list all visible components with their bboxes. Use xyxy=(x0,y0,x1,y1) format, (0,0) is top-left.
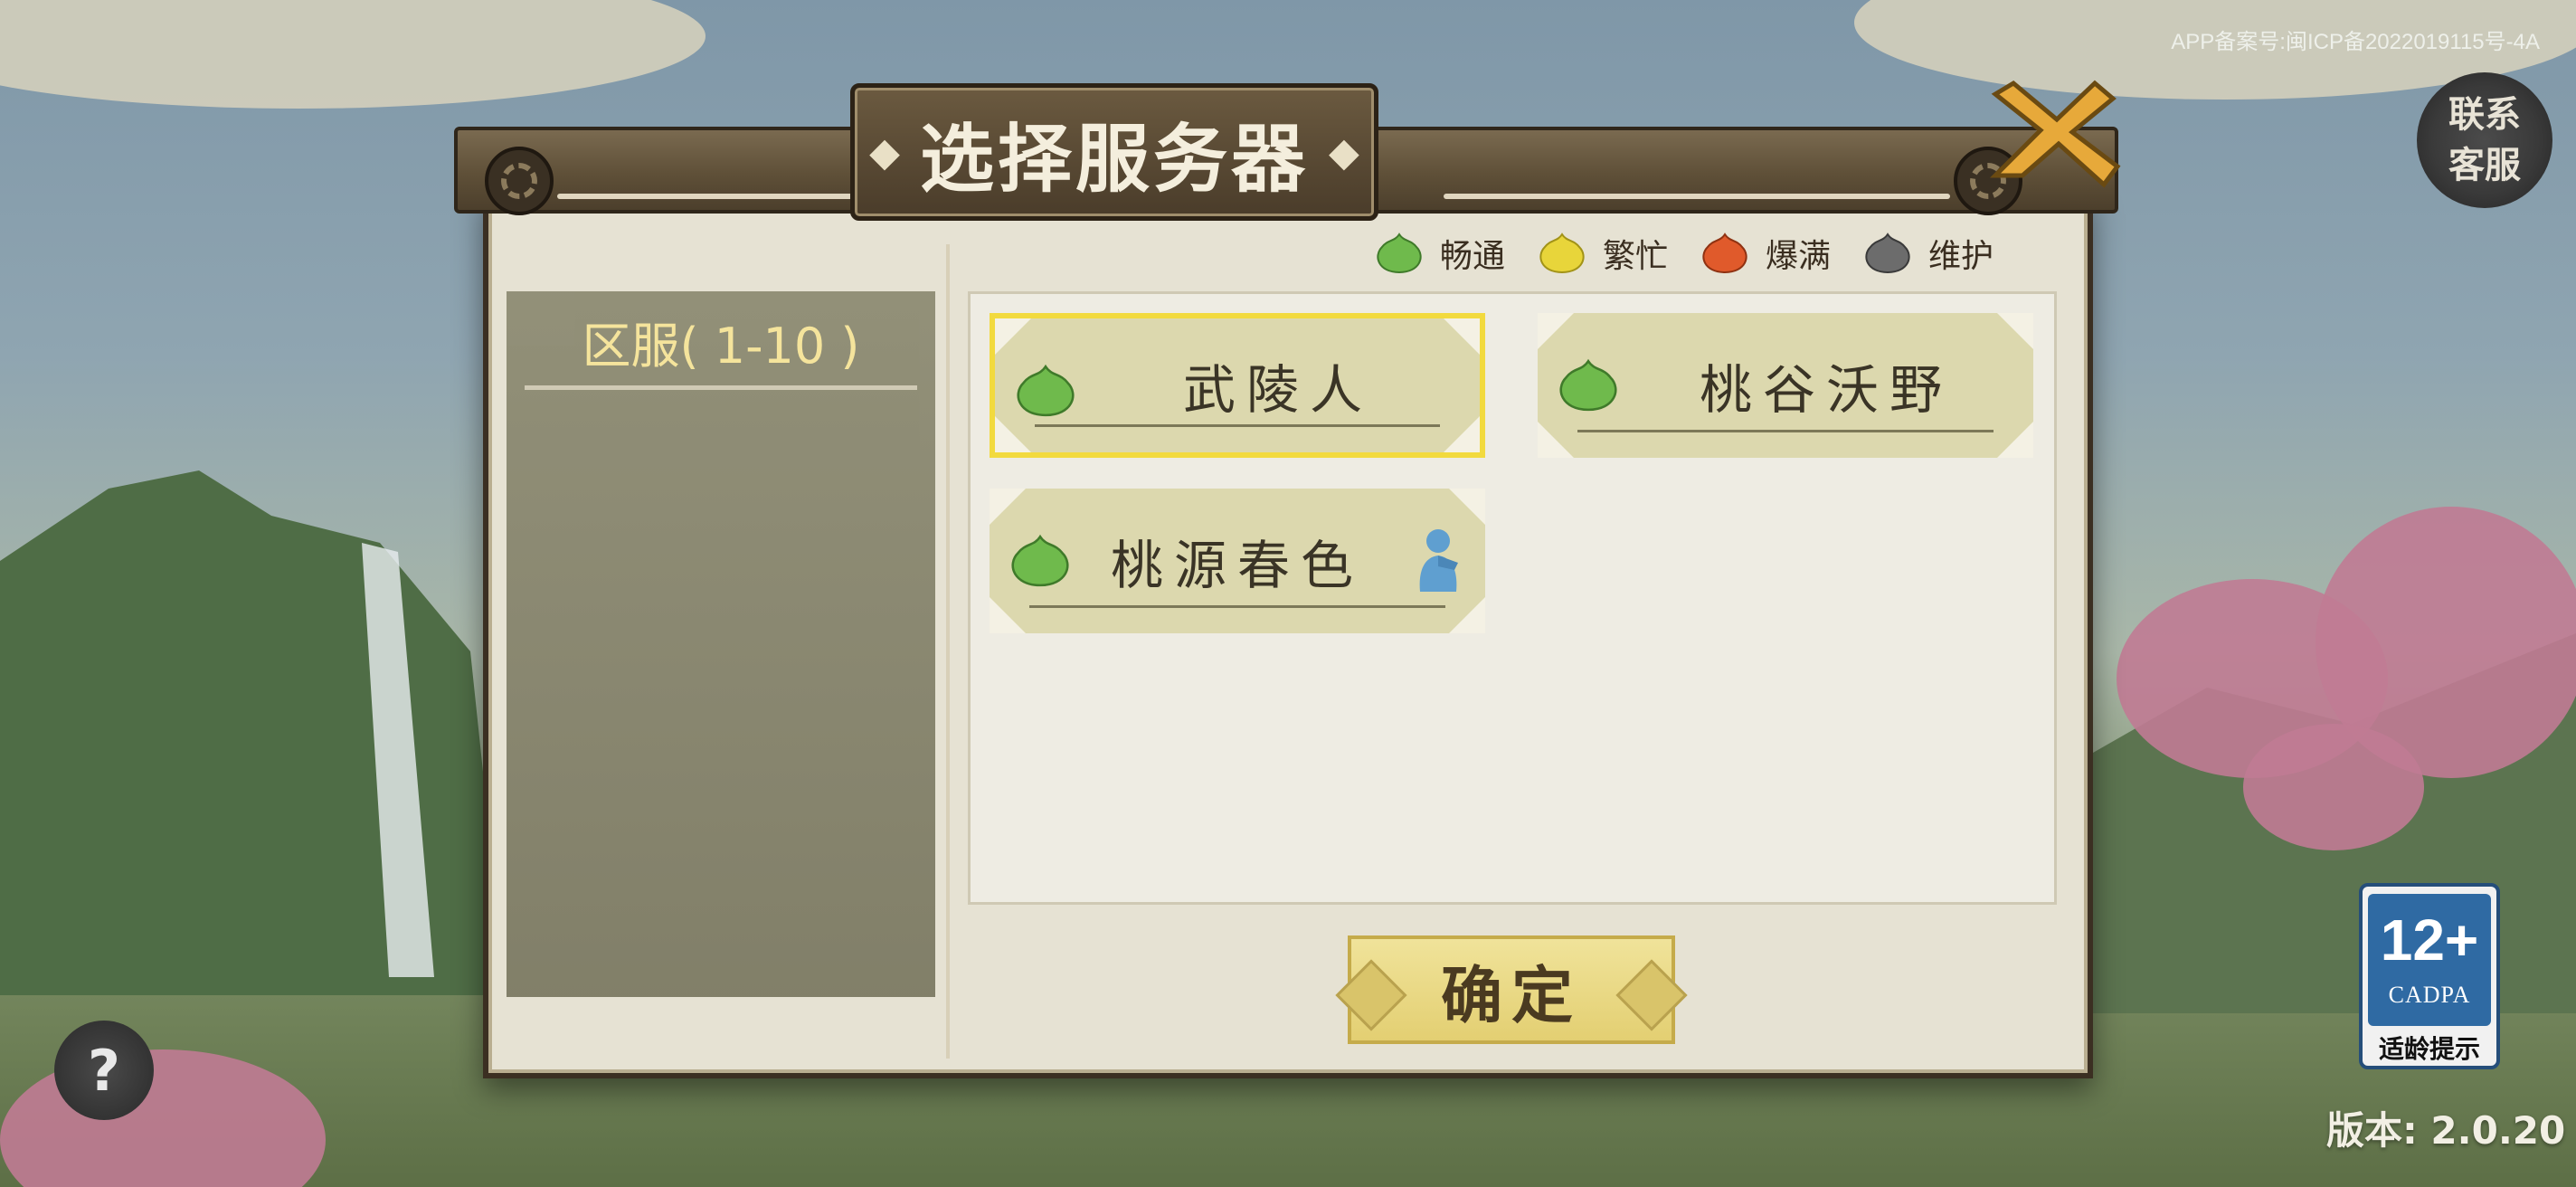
legend-item-maintenance: 维护 xyxy=(1860,230,1994,277)
peach-yellow-icon xyxy=(1534,231,1590,276)
peach-green-icon xyxy=(1552,356,1624,414)
server-name: 武陵人 xyxy=(1182,359,1373,421)
blossom-tree xyxy=(2243,724,2424,850)
card-corner xyxy=(1449,597,1485,633)
zone-list-panel: 区服( 1-10 ) xyxy=(507,291,935,997)
legend-label: 繁忙 xyxy=(1603,238,1669,275)
confirm-button[interactable]: 确定 xyxy=(1335,935,1688,1044)
zone-tab-1-10[interactable]: 区服( 1-10 ) xyxy=(507,291,935,391)
card-corner xyxy=(995,416,1031,452)
card-corner xyxy=(990,489,1026,525)
dialog-title: 选择服务器 xyxy=(919,115,1309,203)
card-corner xyxy=(1449,489,1485,525)
legend-label: 维护 xyxy=(1928,238,1994,275)
card-corner xyxy=(1538,313,1574,349)
icp-license-text: APP备案号:闽ICP备2022019115号-4A xyxy=(2171,30,2540,54)
help-icon: ? xyxy=(88,1037,120,1104)
mountain-left xyxy=(0,470,507,995)
close-button[interactable] xyxy=(1986,76,2122,194)
peach-green-icon xyxy=(1371,231,1427,276)
age-rating-hint: 适龄提示 xyxy=(2378,1034,2480,1064)
server-name: 桃源春色 xyxy=(1110,535,1364,596)
legend-item-busy: 繁忙 xyxy=(1534,230,1668,277)
panel-divider xyxy=(946,244,950,1059)
swirl-ornament-icon xyxy=(485,147,554,215)
peach-red-icon xyxy=(1697,231,1753,276)
card-corner xyxy=(1997,422,2033,458)
card-underline xyxy=(1577,430,1994,432)
peach-green-icon xyxy=(1009,362,1082,420)
server-item-taoguwoye[interactable]: 桃谷沃野 xyxy=(1538,313,2033,458)
existing-character-icon xyxy=(1411,527,1462,595)
header-scroll-decoration xyxy=(1444,194,1950,199)
version-text: 版本: 2.0.20 xyxy=(2326,1108,2566,1153)
zone-divider xyxy=(525,385,917,390)
legend-item-smooth: 畅通 xyxy=(1371,230,1505,277)
server-item-wulingren[interactable]: 武陵人 xyxy=(990,313,1485,458)
cloud xyxy=(0,0,706,109)
server-status-legend: 畅通 繁忙 爆满 维护 xyxy=(1371,230,2013,277)
age-rating-badge[interactable]: 12+ CADPA 适龄提示 xyxy=(2359,883,2500,1069)
legend-item-full: 爆满 xyxy=(1697,230,1831,277)
diamond-icon: ◆ xyxy=(869,128,900,176)
server-list-panel: 武陵人 桃谷沃野 桃源春色 xyxy=(968,291,2057,905)
server-item-taoyuanchunse[interactable]: 桃源春色 xyxy=(990,489,1485,633)
age-rating: 12+ xyxy=(2380,907,2479,973)
dialog-title-plate: ◆ 选择服务器 ◆ xyxy=(850,83,1378,221)
customer-service-label-1: 联系 xyxy=(2448,93,2521,136)
close-icon xyxy=(1989,80,2121,188)
help-button[interactable]: ? xyxy=(54,1021,154,1120)
age-rating-org: CADPA xyxy=(2388,982,2471,1008)
diamond-icon: ◆ xyxy=(1329,128,1359,176)
blossom-bush xyxy=(0,1049,326,1187)
card-corner xyxy=(995,318,1031,355)
card-corner xyxy=(990,597,1026,633)
customer-service-label-2: 客服 xyxy=(2448,144,2521,186)
card-underline xyxy=(1029,605,1445,608)
card-corner xyxy=(1997,313,2033,349)
peach-gray-icon xyxy=(1860,231,1916,276)
zone-label: 区服( 1-10 ) xyxy=(582,317,860,375)
card-corner xyxy=(1538,422,1574,458)
peach-green-icon xyxy=(1004,532,1076,590)
legend-label: 爆满 xyxy=(1766,238,1832,275)
age-rating-panel: 12+ CADPA xyxy=(2368,894,2491,1026)
legend-label: 畅通 xyxy=(1440,238,1506,275)
card-underline xyxy=(1035,424,1440,427)
customer-service-button[interactable]: 联系 客服 xyxy=(2417,72,2552,208)
server-name: 桃谷沃野 xyxy=(1699,359,1953,421)
confirm-label: 确定 xyxy=(1440,959,1582,1032)
